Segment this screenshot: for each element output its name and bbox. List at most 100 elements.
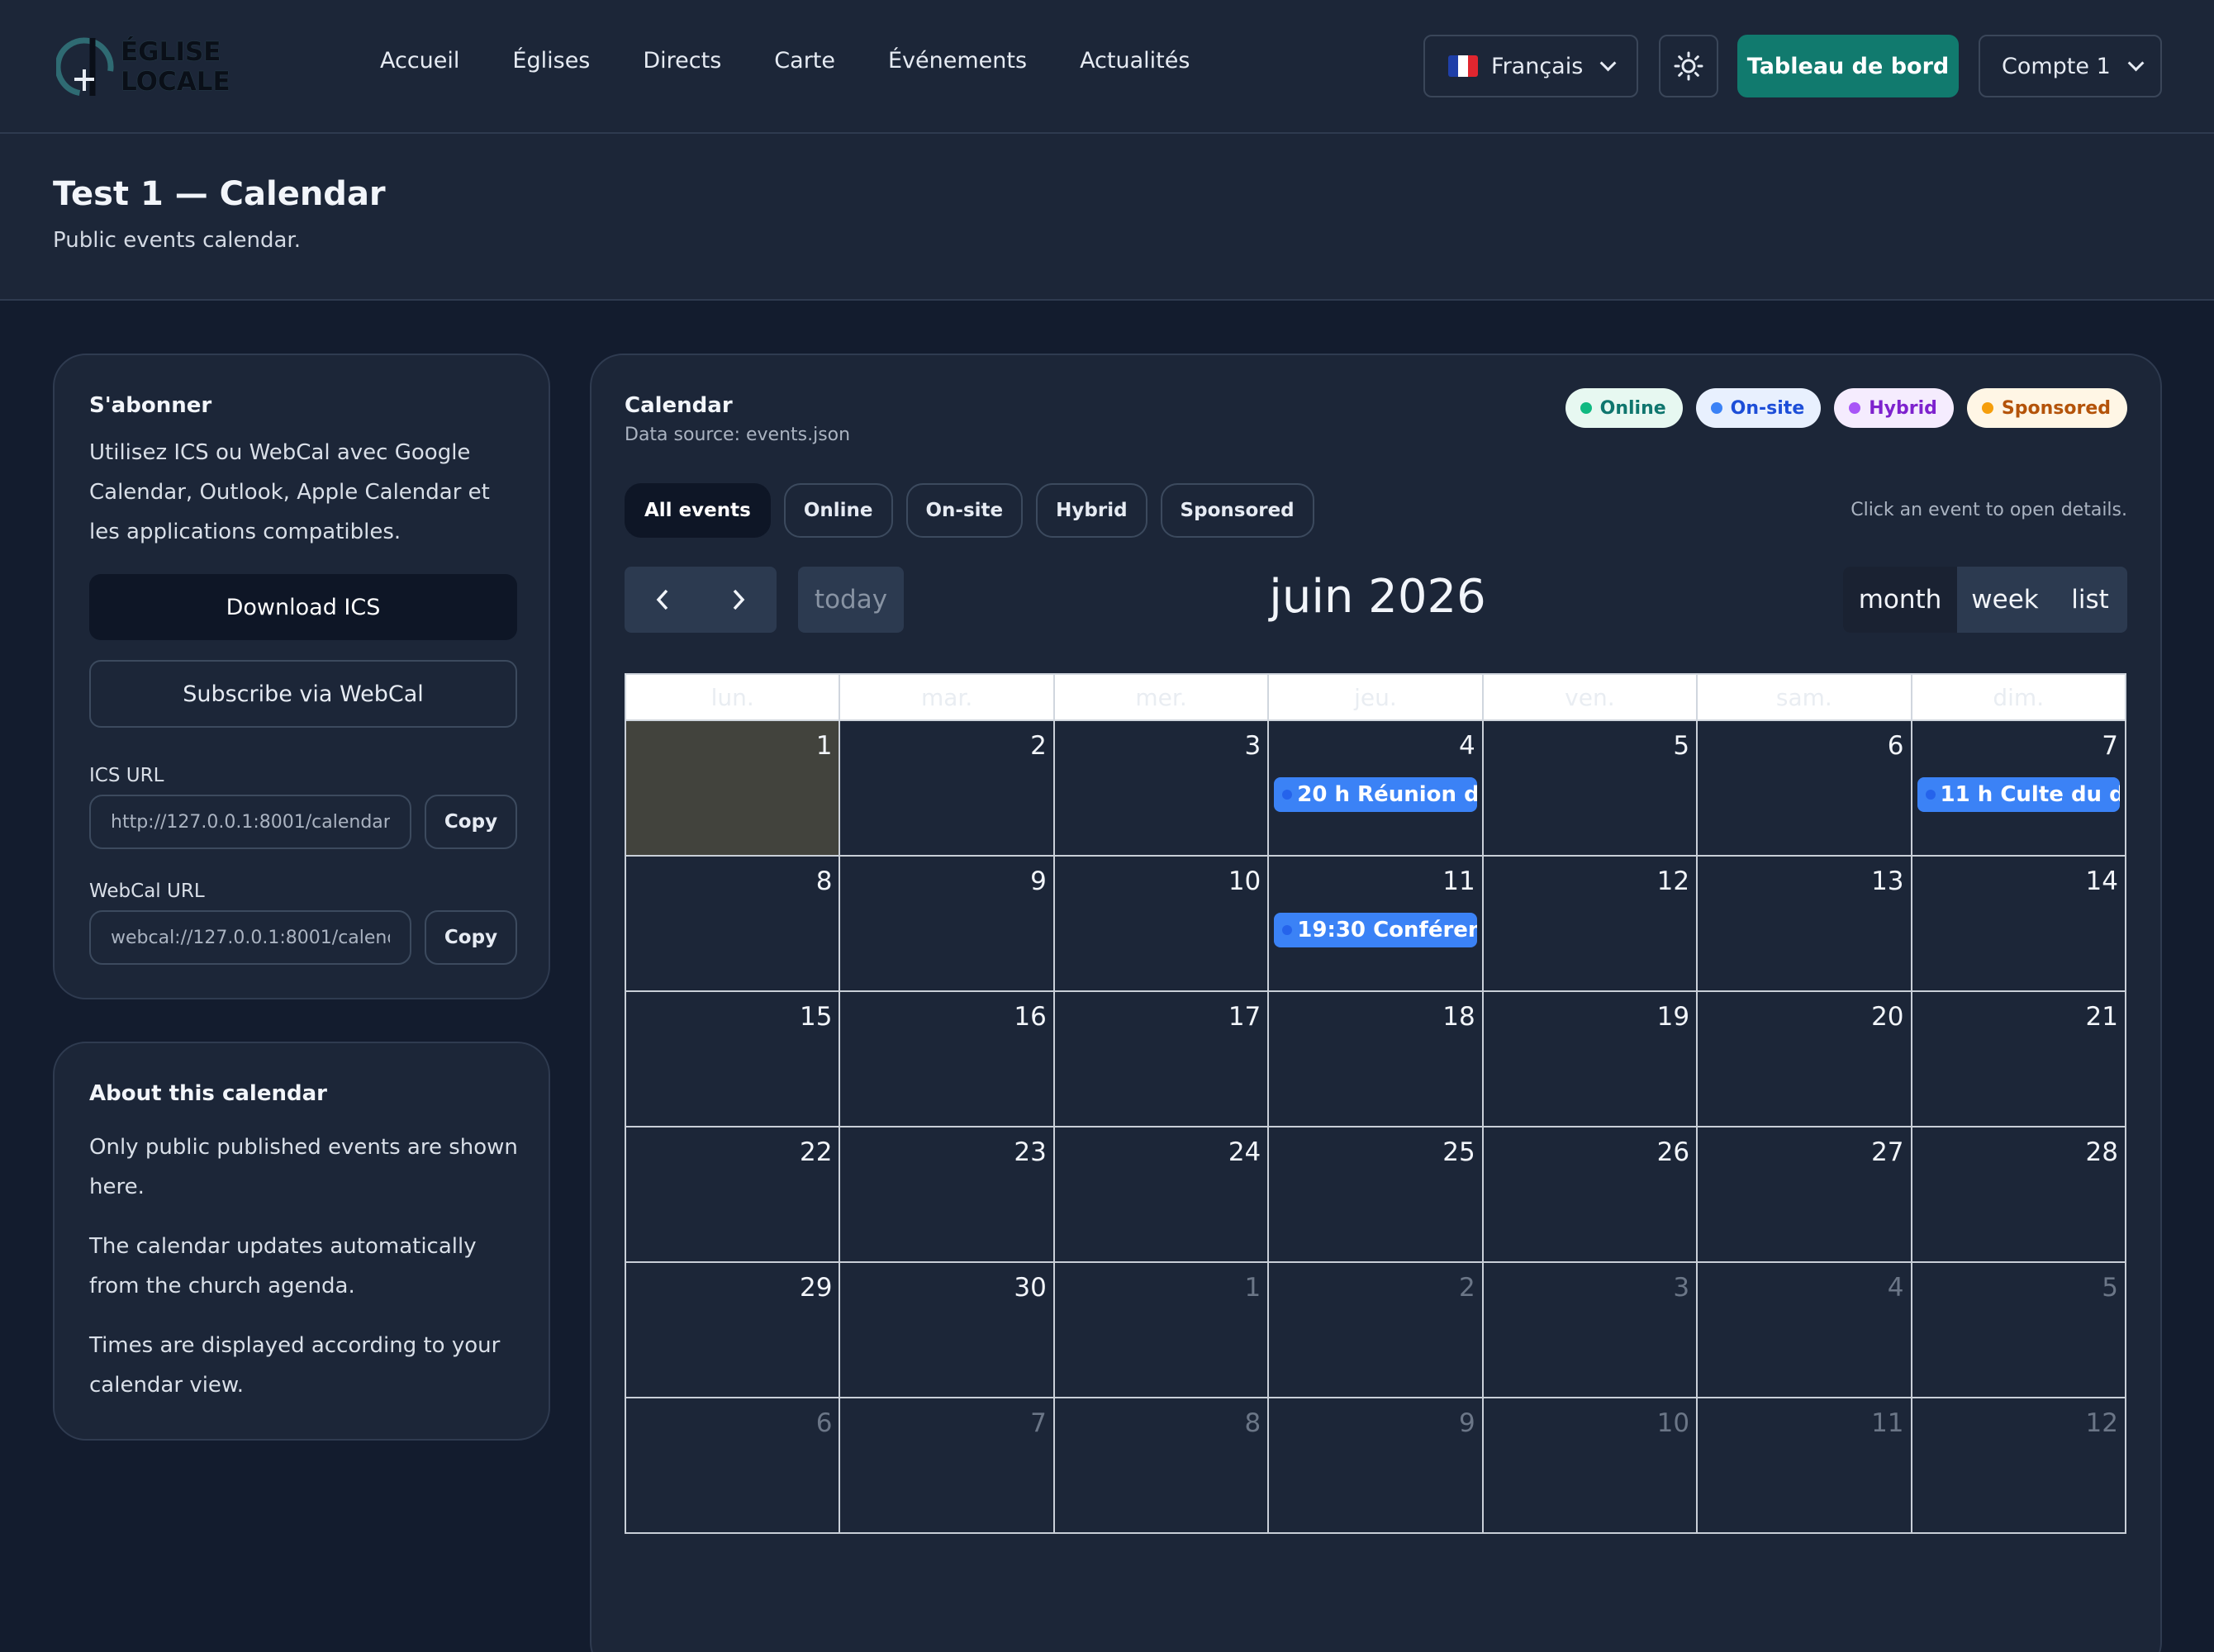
nav-link-actualites[interactable]: Actualités [1080,48,1190,74]
calendar-event[interactable]: 20 h Réunion de [1274,777,1477,812]
day-number[interactable]: 14 [2086,866,2118,896]
day-number[interactable]: 2 [1459,1273,1475,1303]
day-number[interactable]: 24 [1228,1137,1261,1167]
day-number[interactable]: 8 [1245,1408,1261,1438]
day-cell[interactable]: 8 [626,857,841,990]
day-cell[interactable]: 7 [840,1398,1055,1532]
day-cell[interactable]: 5 [1912,1263,2126,1397]
nav-link-eglises[interactable]: Églises [512,48,590,74]
day-number[interactable]: 9 [1459,1408,1475,1438]
copy-ics-button[interactable]: Copy [425,795,517,849]
day-cell[interactable]: 6 [626,1398,841,1532]
day-cell[interactable]: 24 [1055,1127,1270,1261]
nav-link-evenements[interactable]: Événements [888,48,1027,74]
day-number[interactable]: 3 [1673,1273,1689,1303]
nav-link-accueil[interactable]: Accueil [380,48,459,74]
day-cell[interactable]: 29 [626,1263,841,1397]
day-cell[interactable]: 4 20 h Réunion de [1269,721,1484,855]
day-cell[interactable]: 6 [1698,721,1912,855]
filter-all-events[interactable]: All events [625,483,771,538]
brand-logo[interactable]: ÉGLISE LOCALE [55,33,321,101]
day-number[interactable]: 27 [1871,1137,1903,1167]
language-select[interactable]: Français [1423,35,1638,97]
account-menu-button[interactable]: Compte 1 [1979,35,2162,97]
day-number[interactable]: 22 [800,1137,832,1167]
day-number[interactable]: 4 [1459,731,1475,761]
day-number[interactable]: 10 [1228,866,1261,896]
view-week-button[interactable]: week [1957,567,2053,633]
day-cell[interactable]: 15 [626,992,841,1126]
day-number[interactable]: 12 [2086,1408,2118,1438]
day-cell[interactable]: 30 [840,1263,1055,1397]
day-number[interactable]: 5 [2102,1273,2118,1303]
day-cell[interactable]: 17 [1055,992,1270,1126]
day-number[interactable]: 17 [1228,1002,1261,1032]
day-cell[interactable]: 18 [1269,992,1484,1126]
download-ics-button[interactable]: Download ICS [89,574,517,640]
day-cell[interactable]: 21 [1912,992,2126,1126]
day-number[interactable]: 28 [2086,1137,2118,1167]
day-number[interactable]: 11 [1442,866,1475,896]
day-cell[interactable]: 10 [1484,1398,1699,1532]
day-cell[interactable]: 26 [1484,1127,1699,1261]
dashboard-button[interactable]: Tableau de bord [1737,35,1959,97]
day-cell[interactable]: 23 [840,1127,1055,1261]
filter-hybrid[interactable]: Hybrid [1036,483,1147,538]
theme-toggle-button[interactable] [1659,35,1718,97]
day-number[interactable]: 1 [1245,1273,1261,1303]
day-cell[interactable]: 9 [840,857,1055,990]
day-cell[interactable]: 14 [1912,857,2126,990]
calendar-event[interactable]: 19:30 Conférenc [1274,913,1477,947]
day-cell[interactable]: 20 [1698,992,1912,1126]
day-number[interactable]: 8 [816,866,833,896]
nav-link-directs[interactable]: Directs [643,48,721,74]
filter-online[interactable]: Online [783,483,893,538]
day-cell[interactable]: 27 [1698,1127,1912,1261]
day-cell[interactable]: 1 [1055,1263,1270,1397]
day-number[interactable]: 5 [1673,731,1689,761]
day-number[interactable]: 13 [1871,866,1903,896]
day-cell[interactable]: 3 [1055,721,1270,855]
day-number[interactable]: 10 [1657,1408,1689,1438]
webcal-url-input[interactable] [89,910,411,965]
day-cell[interactable]: 19 [1484,992,1699,1126]
day-number[interactable]: 18 [1442,1002,1475,1032]
day-cell[interactable]: 5 [1484,721,1699,855]
day-number[interactable]: 11 [1871,1408,1903,1438]
day-cell[interactable]: 3 [1484,1263,1699,1397]
day-number[interactable]: 9 [1030,866,1047,896]
filter-sponsored[interactable]: Sponsored [1160,483,1314,538]
day-number[interactable]: 6 [1888,731,1904,761]
day-number[interactable]: 6 [816,1408,833,1438]
day-number[interactable]: 7 [2102,731,2118,761]
copy-webcal-button[interactable]: Copy [425,910,517,965]
day-number[interactable]: 29 [800,1273,832,1303]
day-cell[interactable]: 28 [1912,1127,2126,1261]
day-number[interactable]: 15 [800,1002,832,1032]
day-cell[interactable]: 9 [1269,1398,1484,1532]
day-number[interactable]: 21 [2086,1002,2118,1032]
day-cell[interactable]: 11 [1698,1398,1912,1532]
day-number[interactable]: 25 [1442,1137,1475,1167]
day-number[interactable]: 23 [1014,1137,1046,1167]
day-number[interactable]: 2 [1030,731,1047,761]
day-cell[interactable]: 8 [1055,1398,1270,1532]
day-number[interactable]: 4 [1888,1273,1904,1303]
day-cell[interactable]: 10 [1055,857,1270,990]
day-cell[interactable]: 7 11 h Culte du dim [1912,721,2126,855]
day-cell[interactable]: 25 [1269,1127,1484,1261]
day-number[interactable]: 1 [816,731,833,761]
day-cell[interactable]: 12 [1484,857,1699,990]
view-month-button[interactable]: month [1843,567,1957,633]
day-cell[interactable]: 2 [840,721,1055,855]
ics-url-input[interactable] [89,795,411,849]
day-cell-today[interactable]: 1 [626,721,841,855]
day-cell[interactable]: 13 [1698,857,1912,990]
day-number[interactable]: 16 [1014,1002,1046,1032]
day-cell[interactable]: 16 [840,992,1055,1126]
day-number[interactable]: 19 [1657,1002,1689,1032]
nav-link-carte[interactable]: Carte [774,48,835,74]
day-number[interactable]: 20 [1871,1002,1903,1032]
day-cell[interactable]: 11 19:30 Conférenc [1269,857,1484,990]
day-cell[interactable]: 22 [626,1127,841,1261]
